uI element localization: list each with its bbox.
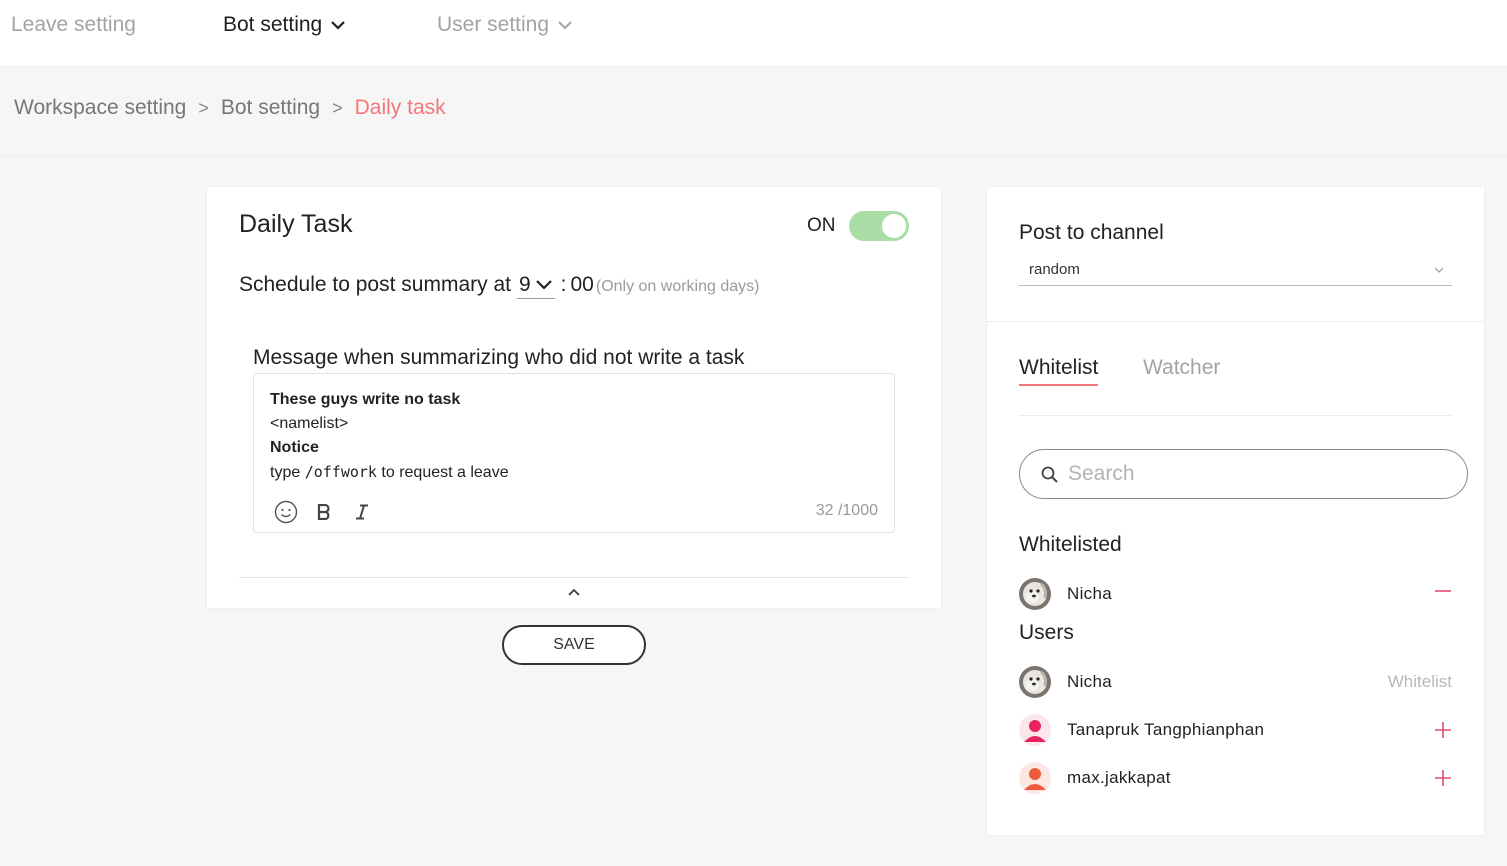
search-icon xyxy=(1041,466,1058,483)
nav-bot-setting[interactable]: Bot setting xyxy=(223,13,346,37)
minus-icon xyxy=(1435,590,1451,592)
chevron-down-icon xyxy=(535,279,552,290)
tab-whitelist[interactable]: Whitelist xyxy=(1019,356,1099,386)
user-row: Tanapruk Tangphianphan xyxy=(1019,713,1452,747)
breadcrumb-daily-task: Daily task xyxy=(354,96,446,119)
channel-settings-card: Post to channel random Whitelist Watcher… xyxy=(987,187,1484,835)
add-whitelist-button[interactable] xyxy=(1434,761,1452,795)
tabs-divider xyxy=(1019,415,1452,416)
post-to-channel-label: Post to channel xyxy=(1019,221,1164,244)
italic-icon[interactable] xyxy=(350,500,374,524)
message-code: /offwork xyxy=(304,463,377,481)
minute-value: 00 xyxy=(570,273,594,296)
avatar xyxy=(1019,666,1051,698)
search-input[interactable] xyxy=(1068,460,1448,488)
breadcrumb-divider xyxy=(0,155,1507,156)
collapse-divider xyxy=(239,577,909,578)
add-whitelist-button[interactable] xyxy=(1434,713,1452,747)
message-line: type /offwork to request a leave xyxy=(270,460,509,485)
user-row: max.jakkapat xyxy=(1019,761,1452,795)
whitelist-status: Whitelist xyxy=(1387,672,1452,691)
save-button[interactable]: SAVE xyxy=(502,625,646,665)
users-title: Users xyxy=(1019,621,1074,644)
nav-user-setting[interactable]: User setting xyxy=(437,13,573,37)
char-counter: 32 /1000 xyxy=(815,502,878,519)
plus-icon xyxy=(1435,770,1451,786)
person-icon xyxy=(1019,714,1051,746)
remove-button[interactable] xyxy=(1434,577,1452,611)
chevron-up-icon[interactable] xyxy=(566,585,582,599)
tab-watcher[interactable]: Watcher xyxy=(1143,356,1220,380)
top-nav: Leave setting Bot setting User setting xyxy=(0,0,1507,65)
schedule-label: Schedule to post summary at xyxy=(239,273,511,296)
person-icon xyxy=(1019,762,1051,794)
channel-select[interactable]: random xyxy=(1019,257,1452,286)
channel-value: random xyxy=(1029,261,1080,278)
editor-content[interactable]: These guys write no task <namelist> Noti… xyxy=(270,388,509,485)
nav-leave-setting[interactable]: Leave setting xyxy=(11,13,136,37)
message-label: Message when summarizing who did not wri… xyxy=(253,346,745,369)
daily-task-card: Daily Task ON Schedule to post summary a… xyxy=(207,187,941,608)
message-line: Notice xyxy=(270,439,319,456)
plus-icon xyxy=(1435,722,1451,738)
message-text: type xyxy=(270,464,301,481)
avatar xyxy=(1019,578,1051,610)
hour-select[interactable]: 9 xyxy=(516,271,555,299)
nav-bot-setting-label: Bot setting xyxy=(223,13,323,36)
daily-task-toggle[interactable] xyxy=(849,211,909,241)
breadcrumb: Workspace setting > Bot setting > Daily … xyxy=(14,96,446,120)
toggle-label: ON xyxy=(807,215,836,236)
breadcrumb-bot-setting[interactable]: Bot setting xyxy=(221,96,320,120)
toggle-knob xyxy=(882,214,906,238)
whitelisted-row: Nicha xyxy=(1019,577,1452,611)
breadcrumb-workspace-setting[interactable]: Workspace setting xyxy=(14,96,186,120)
message-editor[interactable]: These guys write no task <namelist> Noti… xyxy=(253,373,895,533)
schedule-note: (Only on working days) xyxy=(595,277,760,295)
user-row: Nicha Whitelist xyxy=(1019,665,1452,699)
user-name: Tanapruk Tangphianphan xyxy=(1067,720,1265,739)
nav-leave-setting-label: Leave setting xyxy=(11,13,136,36)
time-colon: : xyxy=(560,273,567,296)
schedule-row: Schedule to post summary at 9 : 00 (Only… xyxy=(239,271,759,299)
user-name: Nicha xyxy=(1067,584,1112,603)
chevron-down-icon xyxy=(558,21,572,30)
user-name: Nicha xyxy=(1067,672,1112,691)
message-text: to request a leave xyxy=(381,464,509,481)
chevron-down-icon xyxy=(1434,267,1444,273)
breadcrumb-separator: > xyxy=(332,97,343,118)
message-line: <namelist> xyxy=(270,415,349,432)
nav-user-setting-label: User setting xyxy=(437,13,550,36)
editor-toolbar xyxy=(274,500,374,524)
search-box[interactable] xyxy=(1019,449,1468,499)
section-divider xyxy=(987,321,1484,322)
breadcrumb-separator: > xyxy=(198,97,209,118)
chevron-down-icon xyxy=(331,21,346,30)
whitelisted-title: Whitelisted xyxy=(1019,533,1122,556)
user-name: max.jakkapat xyxy=(1067,768,1171,787)
bold-icon[interactable] xyxy=(312,500,336,524)
message-line: These guys write no task xyxy=(270,391,461,408)
hour-value: 9 xyxy=(518,272,531,296)
emoji-icon[interactable] xyxy=(274,500,298,524)
card-title: Daily Task xyxy=(239,210,353,238)
